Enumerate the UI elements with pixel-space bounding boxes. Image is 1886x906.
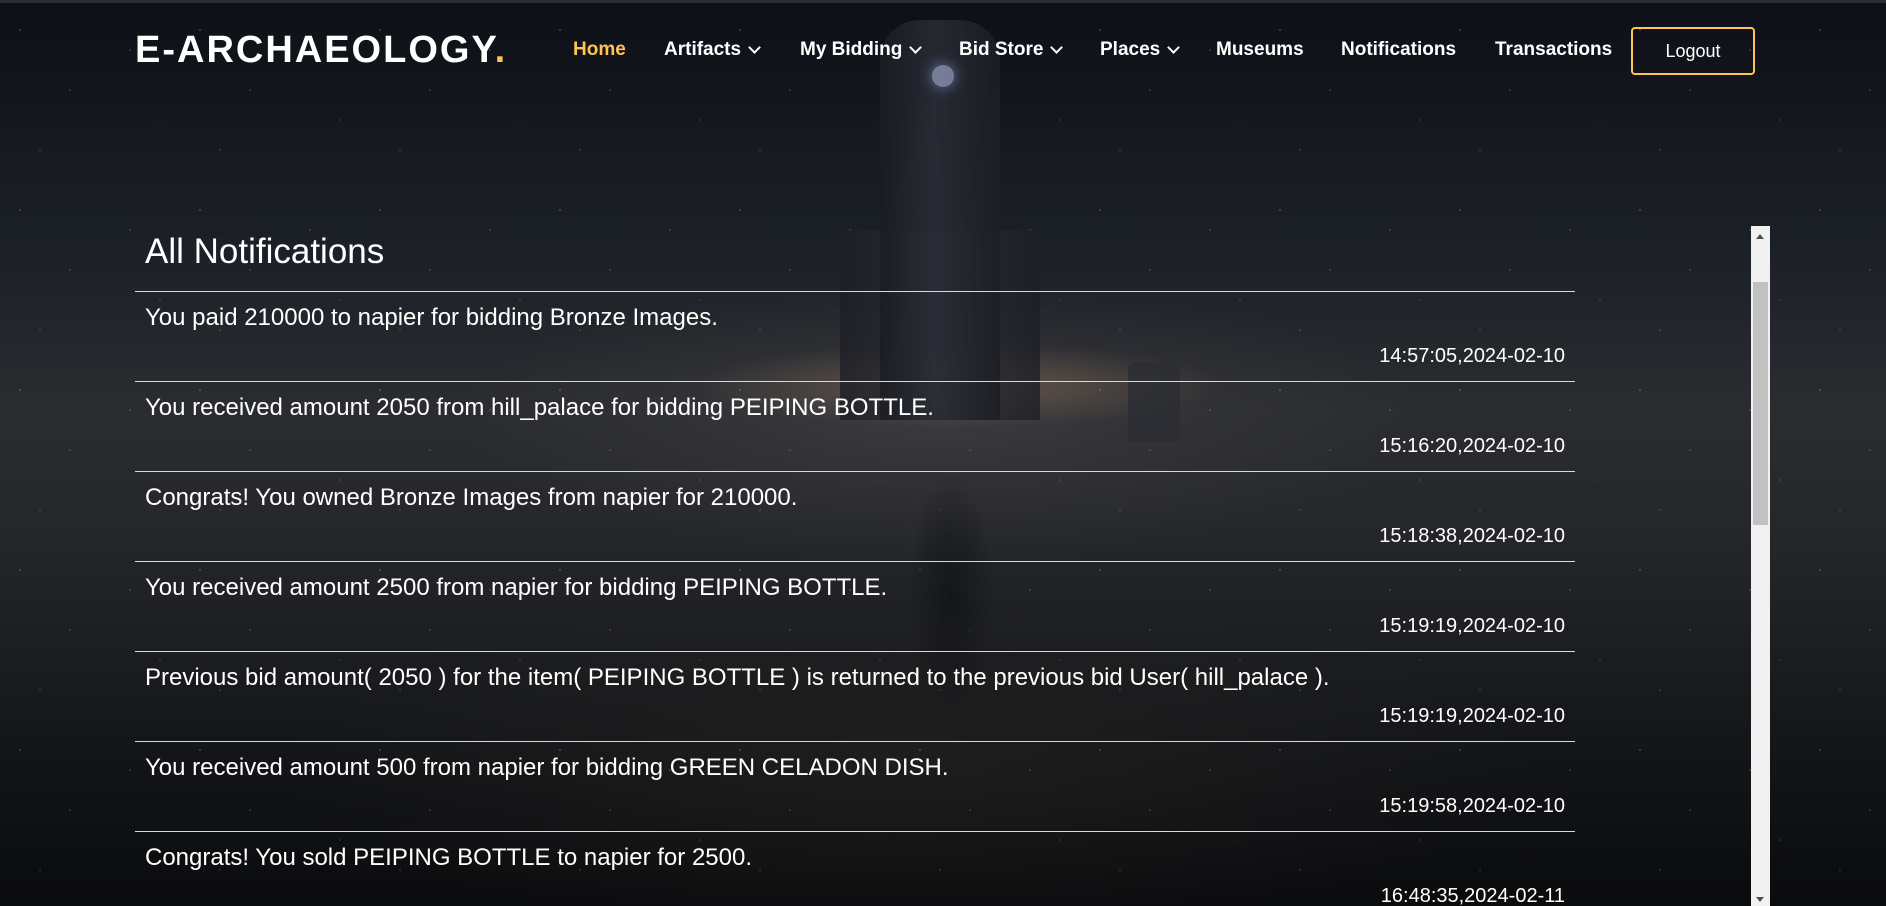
scrollbar-thumb[interactable] <box>1753 282 1768 525</box>
logo-text: E-ARCHAEOLOGY <box>135 29 495 71</box>
nav-artifacts-label: Artifacts <box>664 39 742 60</box>
logo-dot: . <box>494 29 508 71</box>
nav-artifacts[interactable]: Artifacts <box>664 39 761 61</box>
nav-places-label: Places <box>1100 39 1161 60</box>
nav-museums-label: Museums <box>1216 39 1304 60</box>
notification-message: Congrats! You owned Bronze Images from n… <box>145 484 798 511</box>
logout-button[interactable]: Logout <box>1631 27 1755 75</box>
notification-timestamp: 14:57:05,2024-02-10 <box>1379 345 1565 367</box>
nav-transactions[interactable]: Transactions <box>1495 39 1612 61</box>
arrow-down-icon[interactable] <box>1756 897 1764 902</box>
notification-timestamp: 15:19:19,2024-02-10 <box>1379 705 1565 727</box>
notification-item: Previous bid amount( 2050 ) for the item… <box>135 651 1575 741</box>
notification-timestamp: 15:18:38,2024-02-10 <box>1379 525 1565 547</box>
nav-museums[interactable]: Museums <box>1216 39 1304 61</box>
nav-my-bidding[interactable]: My Bidding <box>800 39 923 61</box>
nav-bid-store-label: Bid Store <box>959 39 1044 60</box>
notification-message: You received amount 500 from napier for … <box>145 754 949 781</box>
chevron-down-icon <box>1167 40 1181 54</box>
notification-timestamp: 15:19:58,2024-02-10 <box>1379 795 1565 817</box>
site-header: E-ARCHAEOLOGY. Home Artifacts My Bidding… <box>0 0 1886 96</box>
notification-timestamp: 15:19:19,2024-02-10 <box>1379 615 1565 637</box>
nav-home[interactable]: Home <box>573 39 626 61</box>
notification-message: Congrats! You sold PEIPING BOTTLE to nap… <box>145 844 752 871</box>
chevron-down-icon <box>748 40 761 54</box>
nav-places[interactable]: Places <box>1100 39 1181 61</box>
nav-home-label: Home <box>573 39 626 60</box>
nav-notifications-label: Notifications <box>1341 39 1457 60</box>
notifications-panel: All Notifications You paid 210000 to nap… <box>135 226 1575 906</box>
page-title: All Notifications <box>145 232 385 271</box>
nav-notifications[interactable]: Notifications <box>1341 39 1456 61</box>
notification-item: You paid 210000 to napier for bidding Br… <box>135 291 1575 381</box>
notification-timestamp: 16:48:35,2024-02-11 <box>1380 885 1565 906</box>
notification-item: Congrats! You sold PEIPING BOTTLE to nap… <box>135 831 1575 906</box>
notification-list: You paid 210000 to napier for bidding Br… <box>135 291 1575 906</box>
nav-transactions-label: Transactions <box>1495 39 1613 60</box>
chevron-down-icon <box>909 40 923 54</box>
notification-message: Previous bid amount( 2050 ) for the item… <box>145 664 1330 691</box>
notification-item: You received amount 2050 from hill_palac… <box>135 381 1575 471</box>
site-logo[interactable]: E-ARCHAEOLOGY. <box>135 29 507 72</box>
notification-message: You received amount 2500 from napier for… <box>145 574 888 601</box>
notifications-scrollbar[interactable] <box>1751 226 1770 906</box>
notification-message: You paid 210000 to napier for bidding Br… <box>145 304 718 331</box>
notification-item: Congrats! You owned Bronze Images from n… <box>135 471 1575 561</box>
nav-bid-store[interactable]: Bid Store <box>959 39 1064 61</box>
notification-item: You received amount 2500 from napier for… <box>135 561 1575 651</box>
notification-message: You received amount 2050 from hill_palac… <box>145 394 934 421</box>
chevron-down-icon <box>1050 40 1064 54</box>
arrow-up-icon[interactable] <box>1756 234 1764 239</box>
notification-item: You received amount 500 from napier for … <box>135 741 1575 831</box>
nav-my-bidding-label: My Bidding <box>800 39 903 60</box>
notification-timestamp: 15:16:20,2024-02-10 <box>1379 435 1565 457</box>
